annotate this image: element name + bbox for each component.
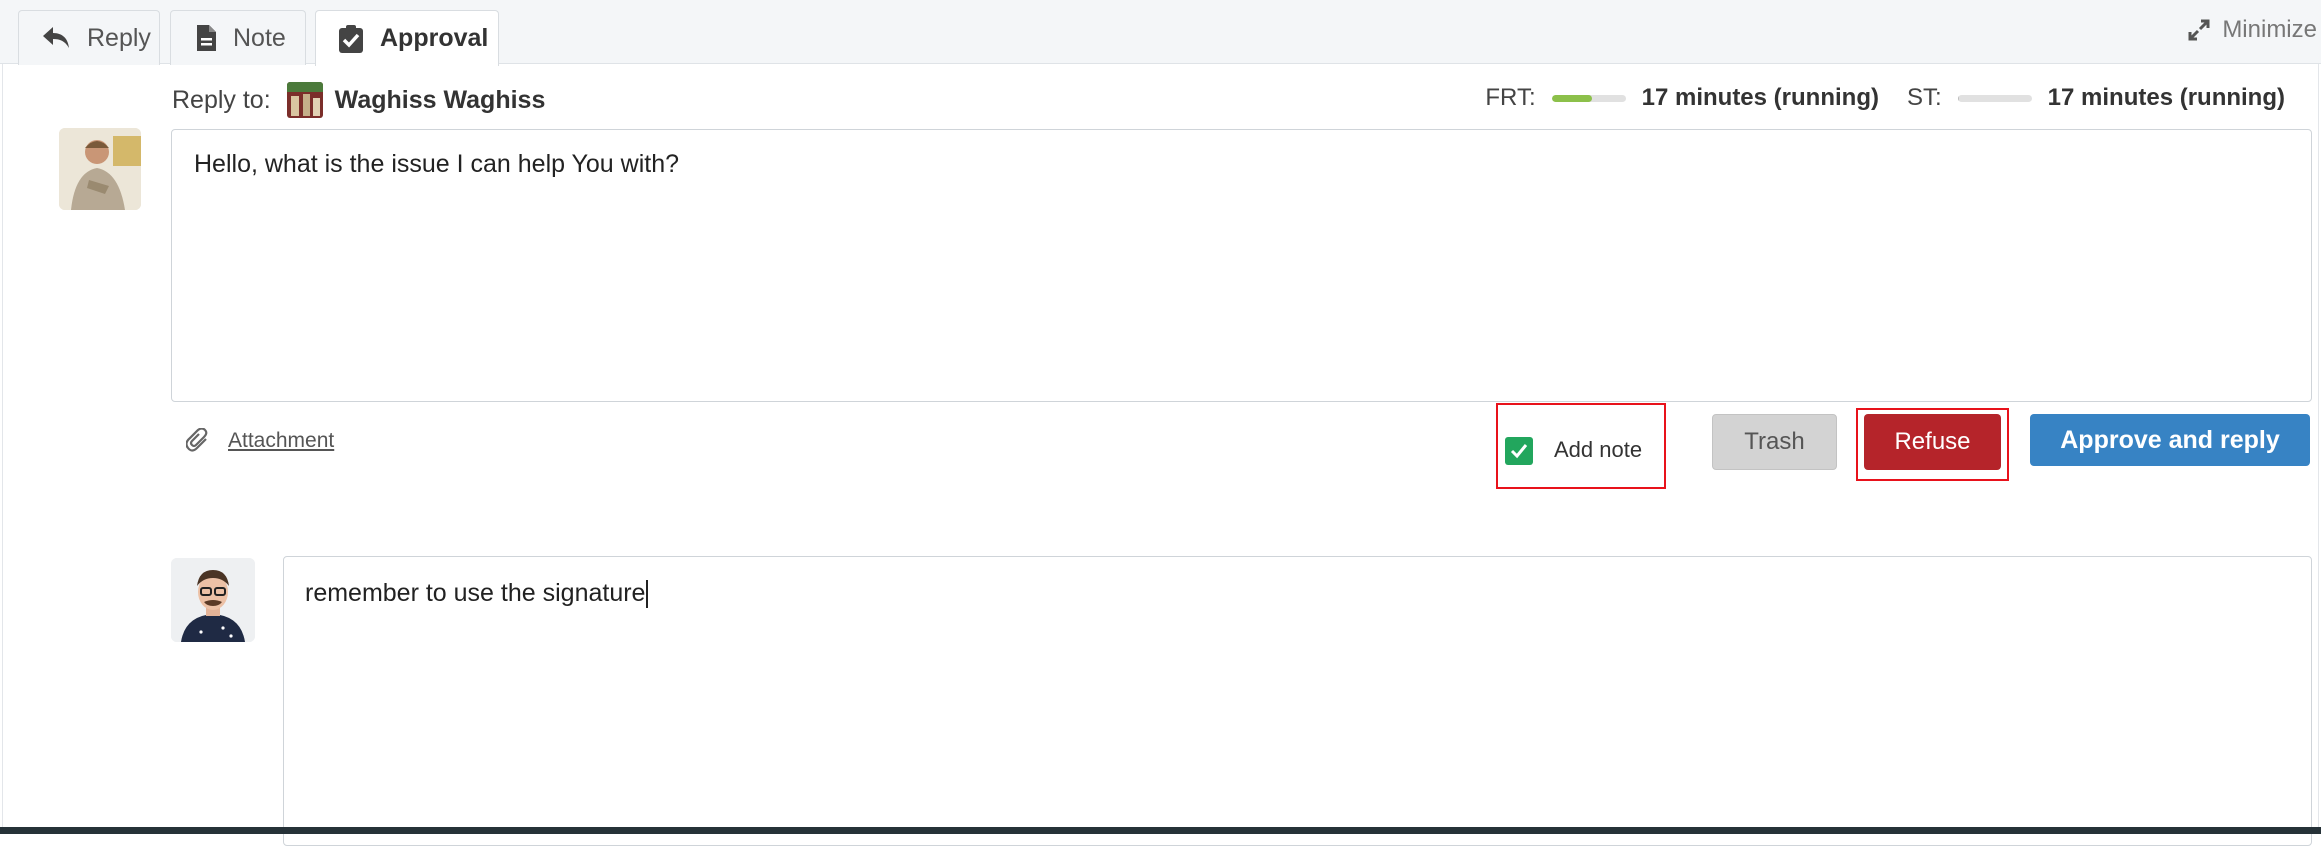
trash-button[interactable]: Trash [1712, 414, 1837, 470]
text-cursor [646, 580, 649, 609]
tab-bar: Reply Note Approval Minimize [0, 0, 2321, 66]
tab-reply[interactable]: Reply [18, 10, 160, 65]
tab-label: Reply [87, 23, 151, 52]
reply-message-text: Hello, what is the issue I can help You … [194, 150, 680, 178]
tab-label: Approval [380, 24, 489, 52]
frt-value: 17 minutes (running) [1641, 84, 1879, 111]
checkmark-icon [1510, 444, 1528, 459]
paperclip-icon [186, 428, 208, 452]
st-value: 17 minutes (running) [2047, 84, 2285, 111]
recipient-avatar [286, 82, 323, 118]
attachment-label: Attachment [228, 429, 335, 452]
st-label: ST: [1906, 84, 1942, 111]
tab-approval[interactable]: Approval [315, 10, 499, 66]
tab-note[interactable]: Note [170, 10, 306, 65]
frt-label: FRT: [1485, 84, 1536, 111]
minimize-label: Minimize [2222, 16, 2317, 43]
sla-timers: FRT: 17 minutes (running) ST: 17 minutes… [1485, 84, 2285, 112]
tab-label: Note [233, 23, 286, 52]
refuse-button[interactable]: Refuse [1864, 414, 2001, 470]
frt-progress-bar [1551, 94, 1626, 102]
clipboard-check-icon [339, 24, 363, 53]
reply-to-label: Reply to: [172, 85, 271, 114]
reply-to-row: Reply to: Waghiss Waghiss [172, 82, 545, 118]
document-icon [197, 25, 216, 51]
agent-avatar [171, 558, 255, 642]
bottom-bar [0, 827, 2321, 834]
add-note-checkbox[interactable] [1505, 437, 1533, 465]
internal-note-text: remember to use the signature [305, 579, 646, 607]
expand-arrows-icon [2188, 19, 2210, 41]
customer-avatar [59, 128, 141, 210]
minimize-button[interactable]: Minimize [2188, 16, 2317, 44]
approve-and-reply-button[interactable]: Approve and reply [2030, 414, 2310, 466]
attachment-link[interactable]: Attachment [186, 428, 334, 454]
st-progress-bar [1957, 94, 2032, 102]
add-note-label[interactable]: Add note [1554, 437, 1642, 463]
recipient-name[interactable]: Waghiss Waghiss [335, 86, 546, 115]
reply-icon [43, 27, 69, 48]
reply-message-editor[interactable]: Hello, what is the issue I can help You … [171, 129, 2312, 402]
internal-note-editor[interactable]: remember to use the signature [283, 556, 2312, 846]
